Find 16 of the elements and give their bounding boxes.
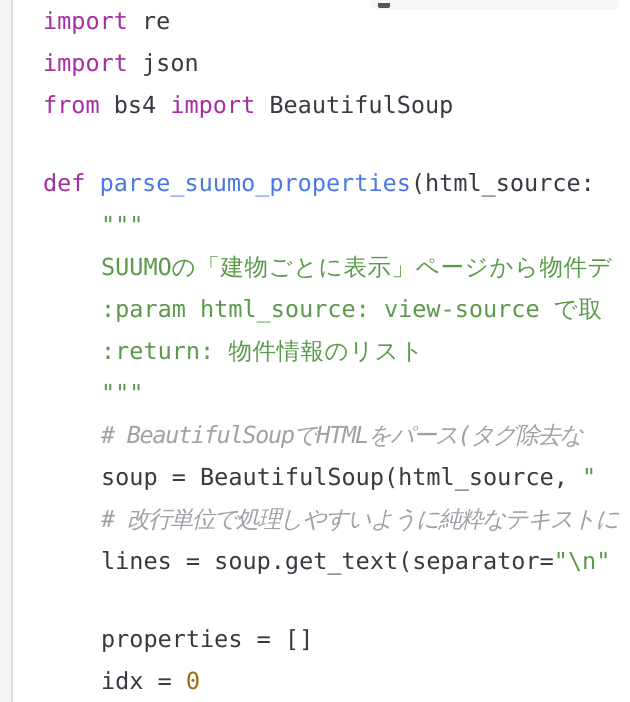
code-line: def parse_suumo_properties(html_source: <box>43 168 595 199</box>
toolbar-icon[interactable] <box>378 3 390 8</box>
code-line: import re <box>43 6 170 37</box>
code-line: # BeautifulSoupでHTMLをパース(タグ除去な <box>101 420 582 451</box>
code-line: properties = [] <box>101 624 314 655</box>
code-line: :param html_source: view-source で取 <box>101 294 603 325</box>
code-line: """ <box>101 210 144 241</box>
code-line: SUUMOの「建物ごとに表示」ページから物件デ <box>101 252 613 283</box>
code-line: soup = BeautifulSoup(html_source, " <box>101 462 596 493</box>
code-line: idx = 0 <box>101 666 200 697</box>
code-line: """ <box>101 378 144 409</box>
code-line: from bs4 import BeautifulSoup <box>43 90 454 121</box>
code-line: lines = soup.get_text(separator="\n" <box>101 546 610 577</box>
code-line: import json <box>43 48 199 79</box>
code-line: # 改行単位で処理しやすいように純粋なテキストに <box>101 504 618 535</box>
code-line: :return: 物件情報のリスト <box>101 336 424 367</box>
